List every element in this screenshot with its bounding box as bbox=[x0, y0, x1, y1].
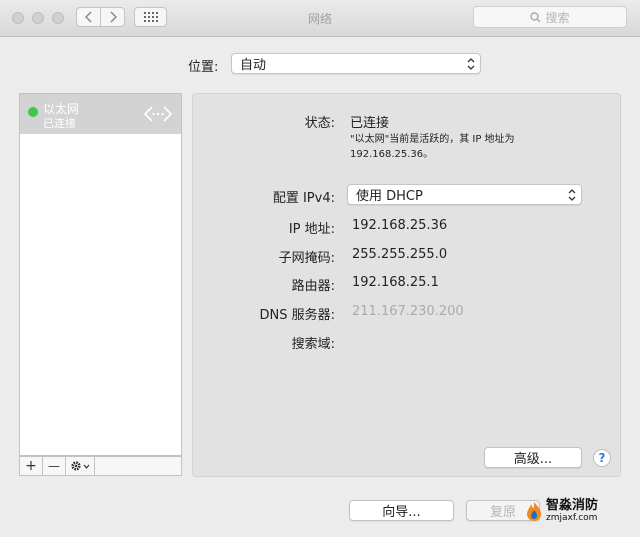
flame-logo-icon bbox=[527, 502, 541, 521]
router-label: 路由器: bbox=[291, 279, 335, 294]
search-field[interactable]: 搜索 bbox=[473, 6, 627, 28]
location-label: 位置: bbox=[188, 60, 219, 75]
watermark-name: 智淼消防 bbox=[546, 498, 599, 513]
location-popup[interactable]: 自动 bbox=[231, 53, 481, 74]
service-list-toolbar: + — bbox=[19, 456, 182, 476]
help-button[interactable]: ? bbox=[593, 449, 611, 467]
status-value: 已连接 bbox=[350, 116, 390, 131]
subnet-mask-label: 子网掩码: bbox=[278, 251, 335, 266]
dns-server-value: 211.167.230.200 bbox=[352, 304, 464, 319]
router-value: 192.168.25.1 bbox=[352, 275, 439, 290]
ethernet-icon bbox=[143, 106, 173, 122]
watermark: 智淼消防 zmjaxf.com bbox=[522, 498, 599, 524]
status-note-line1: "以太网"当前是活跃的，其 IP 地址为 bbox=[350, 134, 515, 145]
gear-icon bbox=[71, 461, 81, 471]
subnet-mask-value: 255.255.255.0 bbox=[352, 247, 448, 262]
advanced-button[interactable]: 高级... bbox=[484, 447, 582, 468]
assist-me-button[interactable]: 向导... bbox=[349, 500, 454, 521]
action-menu-button[interactable] bbox=[66, 457, 95, 475]
search-placeholder: 搜索 bbox=[545, 10, 570, 25]
search-icon bbox=[530, 11, 542, 23]
config-ipv4-popup[interactable]: 使用 DHCP bbox=[347, 184, 582, 205]
ip-address-value: 192.168.25.36 bbox=[352, 218, 448, 233]
status-label: 状态: bbox=[304, 116, 335, 131]
chevron-down-icon bbox=[83, 464, 90, 469]
up-down-arrows-icon bbox=[568, 188, 576, 201]
up-down-arrows-icon bbox=[467, 57, 475, 70]
watermark-url: zmjaxf.com bbox=[546, 513, 598, 523]
service-status: 已连接 bbox=[43, 117, 76, 130]
add-service-button[interactable]: + bbox=[20, 457, 43, 475]
dns-server-label: DNS 服务器: bbox=[259, 308, 336, 323]
config-ipv4-value: 使用 DHCP bbox=[356, 189, 423, 204]
remove-service-button[interactable]: — bbox=[43, 457, 66, 475]
location-value: 自动 bbox=[240, 58, 267, 73]
status-dot bbox=[28, 107, 38, 117]
config-ipv4-label: 配置 IPv4: bbox=[272, 191, 335, 206]
status-note-line2: 192.168.25.36。 bbox=[350, 149, 434, 160]
search-domain-label: 搜索域: bbox=[291, 337, 335, 352]
list-item[interactable]: 以太网 已连接 bbox=[20, 94, 181, 134]
ip-address-label: IP 地址: bbox=[288, 222, 335, 237]
title-bar: 网络 搜索 bbox=[0, 0, 640, 37]
service-list: 以太网 已连接 bbox=[19, 93, 182, 456]
